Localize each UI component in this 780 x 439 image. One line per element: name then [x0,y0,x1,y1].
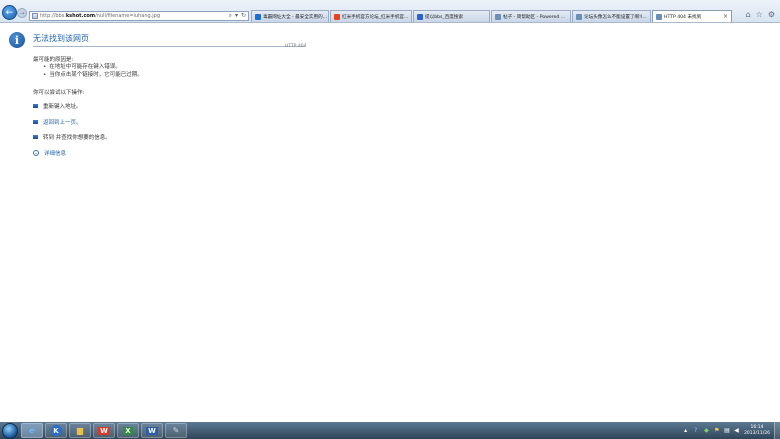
arrow-right-icon: → [19,9,25,17]
baidu-favicon [417,13,423,20]
home-icon[interactable]: ⌂ [746,10,751,19]
page-content: i 无法找到该网页 HTTP 404 最可能的原因是: 在地址中可能存在键入错误… [0,24,780,422]
page-title: 无法找到该网页 [33,34,89,43]
favorites-icon[interactable]: ☆ [756,10,763,19]
kuaibo-icon: K [50,425,62,436]
show-desktop-button[interactable] [774,422,780,439]
address-bar[interactable]: http://bbs.kshot.com/null/filename=luhan… [29,11,249,21]
taskbar-word[interactable]: W [141,423,163,438]
network-icon[interactable]: ▤ [724,427,730,434]
mi-favicon [334,13,340,20]
tab-avatar[interactable]: 论坛头像怎么不能设置了啊!I... [572,10,651,22]
clock[interactable]: 16:14 2013/11/26 [744,425,770,437]
duba-favicon [255,13,261,20]
tab-post[interactable]: 帖子 - 简帮助区 - Powered ... [491,10,571,22]
flag-icon[interactable]: ⚑ [714,427,720,434]
bullet-icon [33,104,38,108]
http-status-code: HTTP 404 [285,44,307,49]
tab-http-404[interactable]: HTTP 404 未找到 × [652,10,732,22]
close-icon[interactable]: × [723,13,728,20]
chevron-up-icon[interactable]: ▴ [684,427,690,434]
wps-writer-icon: W [98,426,110,435]
page-favicon [495,13,501,20]
action-retype-address: 重新键入地址。 [33,102,82,110]
forward-button[interactable]: → [17,8,27,18]
paint-icon: ✎ [172,426,180,435]
taskbar-wps-writer[interactable]: W [93,423,115,438]
dropdown-icon[interactable]: ▾ [235,12,238,20]
address-url[interactable]: http://bbs.kshot.com/null/filename=luhan… [40,13,229,19]
volume-icon[interactable]: ◀ [734,427,740,434]
folder-icon: ▆ [76,426,84,435]
tab-strip: 毒霸网址大全 - 最安全实用的... 红米手机官方论坛_红米手机官... 提以b… [251,10,733,22]
start-button[interactable] [2,422,18,439]
system-tray: ▴ ? ◆ ⚑ ▤ ◀ 16:14 2013/11/26 [684,425,774,437]
excel-icon: X [123,426,133,435]
title-divider [33,46,305,47]
tab-redmi[interactable]: 红米手机官方论坛_红米手机官... [330,10,412,22]
page-favicon [576,13,582,20]
taskbar-kuaibo[interactable]: K [45,423,67,438]
more-info-link[interactable]: 详细信息 [44,149,66,157]
tab-baidu[interactable]: 提以bbs_百度搜索 [413,10,490,22]
gear-icon[interactable]: ⚙ [768,10,775,19]
more-info-toggle[interactable]: ⌄ 详细信息 [33,149,66,157]
arrow-left-icon: ← [5,7,14,18]
taskbar-paint[interactable]: ✎ [165,423,187,438]
bullet-icon [33,120,38,124]
reason-item: 在地址中可能存在键入错误。 [43,63,143,71]
word-icon: W [146,426,158,435]
reasons-heading: 最可能的原因是: [33,57,74,63]
shield-icon[interactable]: ◆ [704,427,710,434]
back-button[interactable]: ← [2,5,17,20]
taskbar-excel[interactable]: X [117,423,139,438]
page-favicon [656,13,662,20]
action-go-to-site: 转到 并查找你想要的信息。 [33,133,111,141]
actions-heading: 你可以尝试以下操作: [33,90,85,96]
reason-item: 当你点击某个链接时，它可能已过期。 [43,71,143,79]
page-icon [32,13,38,19]
reasons-list: 在地址中可能存在键入错误。 当你点击某个链接时，它可能已过期。 [43,63,143,79]
chevron-down-icon[interactable]: ⌄ [33,150,39,156]
browser-toolbar: ← → http://bbs.kshot.com/null/filename=l… [0,0,780,23]
action-go-back[interactable]: 返回到上一页。 [33,118,82,126]
bullet-icon [33,135,38,139]
taskbar-ie[interactable]: e [21,423,43,438]
ie-icon: e [29,426,35,435]
taskbar-explorer[interactable]: ▆ [69,423,91,438]
search-icon[interactable]: ⌕ [229,12,232,20]
tab-duba[interactable]: 毒霸网址大全 - 最安全实用的... [251,10,329,22]
taskbar: e K ▆ W X W ✎ ▴ ? ◆ ⚑ ▤ ◀ 16:14 2013/11/… [0,422,780,439]
info-icon: i [9,32,25,48]
refresh-icon[interactable]: ↻ [241,12,246,20]
go-back-link[interactable]: 返回到上一页。 [43,118,82,126]
help-icon[interactable]: ? [694,427,700,434]
